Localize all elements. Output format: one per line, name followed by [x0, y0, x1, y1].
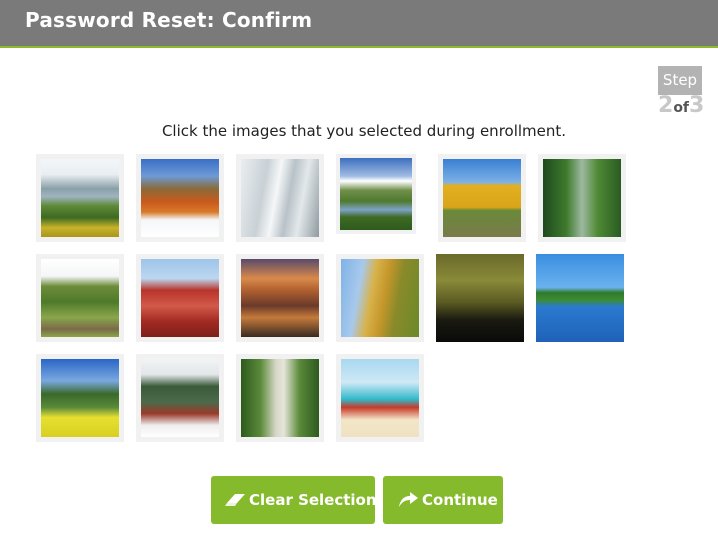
- image-green-mountain-valley[interactable]: [538, 154, 626, 242]
- step-label: Step: [658, 66, 702, 95]
- canyon-sunset-photo: [241, 259, 319, 337]
- garden-path-photo: [241, 359, 319, 437]
- kremlin-cathedral-photo: [141, 259, 219, 337]
- continue-button[interactable]: Continue: [383, 476, 503, 524]
- step-total: 3: [689, 93, 705, 118]
- image-glacier[interactable]: [236, 154, 324, 242]
- glacier-photo: [241, 159, 319, 237]
- instruction-text: Click the images that you selected durin…: [161, 122, 567, 140]
- autumn-trees-snow-photo: [141, 159, 219, 237]
- continue-label: Continue: [422, 491, 498, 509]
- mountain-lake-flowers-photo: [41, 159, 119, 237]
- image-canyon-sunset[interactable]: [236, 254, 324, 342]
- image-yellow-house[interactable]: [438, 154, 526, 242]
- step-current: 2: [658, 93, 674, 118]
- image-kremlin-cathedral[interactable]: [136, 254, 224, 342]
- header-bar: Password Reset: Confirm: [0, 0, 718, 48]
- orchard-path-photo: [41, 259, 119, 337]
- image-rapeseed-field-trees[interactable]: [36, 354, 124, 442]
- page-title: Password Reset: Confirm: [25, 8, 313, 32]
- image-lifeguard-tower-beach[interactable]: [336, 354, 424, 442]
- green-mountain-valley-photo: [543, 159, 621, 237]
- river-valley-photo: [340, 158, 412, 230]
- step-indicator: Step 2of3: [658, 66, 705, 120]
- step-count: 2of3: [658, 93, 705, 118]
- clear-selection-label: Clear Selection: [249, 491, 377, 509]
- image-wheat-ears[interactable]: [336, 254, 424, 342]
- eraser-icon: [225, 491, 245, 509]
- image-river-valley[interactable]: [336, 154, 416, 234]
- image-lake-reflection[interactable]: [536, 254, 624, 342]
- image-garden-path[interactable]: [236, 354, 324, 442]
- step-of: of: [673, 100, 690, 116]
- forward-arrow-icon: [397, 491, 418, 509]
- image-misty-forest-silhouette[interactable]: [436, 254, 524, 342]
- wheat-ears-photo: [341, 259, 419, 337]
- image-autumn-trees-snow[interactable]: [136, 154, 224, 242]
- misty-forest-silhouette-photo: [436, 254, 524, 342]
- yellow-house-photo: [443, 159, 521, 237]
- lake-reflection-photo: [536, 254, 624, 342]
- image-mountain-lake-flowers[interactable]: [36, 154, 124, 242]
- image-orchard-path[interactable]: [36, 254, 124, 342]
- rapeseed-field-trees-photo: [41, 359, 119, 437]
- clear-selection-button[interactable]: Clear Selection: [211, 476, 377, 524]
- image-snowy-pines-truck[interactable]: [136, 354, 224, 442]
- snowy-pines-truck-photo: [141, 359, 219, 437]
- lifeguard-tower-beach-photo: [341, 359, 419, 437]
